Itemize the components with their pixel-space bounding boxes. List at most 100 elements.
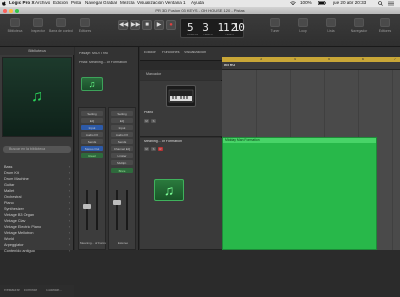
mute-button[interactable]: M (144, 119, 149, 123)
tracks-work-area[interactable]: Midday Man Formation (222, 70, 400, 250)
strip-setting-button[interactable]: Setting (81, 111, 103, 116)
music-note-icon: ♫ (154, 179, 184, 201)
rewind-button[interactable]: ◀◀ (118, 20, 128, 30)
track-header-piano[interactable]: Piano M S (140, 81, 222, 137)
piano-icon (166, 85, 196, 107)
strip-audio-fx-slot[interactable]: Audio FX (81, 132, 103, 137)
editors-right-button[interactable]: Editores (372, 18, 398, 33)
record-button[interactable]: ● (166, 20, 176, 30)
battery-icon[interactable] (318, 1, 326, 7)
menu-ventana[interactable]: Ventana (165, 1, 182, 6)
loop-browser-button[interactable]: Loop (290, 18, 316, 33)
chevron-right-icon: › (68, 213, 70, 217)
menu-edicion[interactable]: Edición (53, 1, 68, 6)
tracks-functions-menu[interactable]: Funciones (162, 51, 180, 55)
menu-pista[interactable]: Pista (71, 1, 81, 6)
apple-icon[interactable] (2, 0, 6, 6)
marker-label[interactable]: INTRO (224, 64, 235, 68)
strip-sends-slot[interactable]: Sends (111, 139, 133, 144)
lists-button[interactable]: Lista (318, 18, 344, 33)
tuner-button[interactable]: Tuner (262, 18, 288, 33)
volume-fader[interactable] (86, 190, 88, 230)
inspector-icon (33, 18, 43, 27)
mute-button[interactable]: M (144, 147, 149, 151)
battery-status[interactable]: 100% (300, 1, 312, 6)
strip-input-slot[interactable]: Input (81, 125, 103, 130)
close-window-button[interactable] (3, 8, 7, 13)
zoom-window-button[interactable] (15, 8, 19, 13)
tracks-edit-menu[interactable]: Edición (144, 51, 156, 55)
strip-sends-slot[interactable]: Sends (81, 139, 103, 144)
chevron-right-icon: › (68, 231, 70, 235)
menu-mezcla[interactable]: Mezcla (120, 1, 135, 6)
inspector-track-label[interactable]: Pista: Meaning... of Formation (79, 61, 127, 65)
grid-line (392, 70, 393, 250)
ruler-bar-number: 6 (362, 57, 364, 61)
channel-eq-slot[interactable]: Channel EQ (111, 146, 133, 151)
menu-grabar[interactable]: Grabar (103, 1, 117, 6)
clock[interactable]: jue 20 abr 20:33 (333, 1, 366, 6)
library-search-input[interactable]: Buscar en la biblioteca (3, 146, 71, 153)
list-icon (326, 18, 336, 27)
level-meter (96, 190, 98, 230)
track-name[interactable]: Meaning... of Formation (144, 140, 204, 144)
library-revert-button[interactable]: Restaurar (4, 289, 20, 293)
strip-automation-slot[interactable]: Read (81, 153, 103, 158)
chevron-right-icon: › (68, 171, 70, 175)
cycle-area[interactable] (222, 57, 400, 62)
library-delete-button[interactable]: Eliminar (24, 289, 37, 293)
minimize-window-button[interactable] (9, 8, 13, 13)
menu-navegar[interactable]: Navegar (85, 1, 102, 6)
solo-button[interactable]: S (151, 147, 156, 151)
play-button[interactable]: ▶ (154, 20, 164, 30)
volume-fader-handle[interactable] (83, 204, 91, 209)
strip-output-slot[interactable]: Stereo Out (81, 146, 103, 151)
browser-icon (354, 18, 364, 27)
solo-button[interactable]: S (151, 119, 156, 123)
lcd-display[interactable]: 5 3 1 1 120 COMPÁS TIEMPO TEMPO (180, 18, 246, 38)
lcd-tempo: 120 (223, 22, 246, 33)
chevron-right-icon: › (68, 177, 70, 181)
menu-visualizacion[interactable]: Visualización (137, 1, 164, 6)
record-enable-button[interactable]: R (158, 147, 163, 151)
track-icon[interactable]: ♫ (81, 77, 103, 91)
strip-eq-slot[interactable]: EQ (81, 118, 103, 123)
loop-icon (298, 18, 308, 27)
channel-strip-output: Setting EQ Input Audio FX Sends Channel … (108, 107, 136, 250)
multipressor-slot[interactable]: Multipr. (111, 160, 133, 165)
track-name[interactable]: Piano (144, 111, 153, 115)
midi-region[interactable]: Midday Man Formation (222, 137, 377, 250)
ruler-bar-number: 3 (260, 57, 262, 61)
chevron-right-icon: › (68, 225, 70, 229)
track-header-column: Marcador Piano M S Meaning... of Formati… (140, 70, 222, 250)
volume-fader[interactable] (116, 190, 118, 230)
strip-eq-slot[interactable]: EQ (111, 118, 133, 123)
browser-button[interactable]: Navegador (346, 18, 372, 33)
menu-app[interactable]: Logic Pro X (9, 1, 35, 6)
menu-one[interactable]: 1 (183, 1, 186, 6)
lcd-label-bar: COMPÁS (187, 34, 199, 36)
bounce-button[interactable]: Bnce (111, 168, 133, 173)
library-save-button[interactable]: Guardar... (46, 289, 62, 293)
forward-button[interactable]: ▶▶ (130, 20, 140, 30)
editors-left-button[interactable]: Editores (72, 18, 98, 33)
smart-controls-button[interactable]: Barra de control (48, 18, 74, 33)
stop-button[interactable]: ■ (142, 20, 152, 30)
global-track-marker[interactable]: Marcador (140, 70, 222, 80)
strip-setting-button[interactable]: Setting (111, 111, 133, 116)
chevron-right-icon: › (68, 165, 70, 169)
level-meter (126, 190, 128, 230)
ruler-bar-number: 7 (394, 57, 396, 61)
music-note-icon: ♫ (31, 88, 43, 105)
strip-input-slot[interactable]: Input (111, 125, 133, 130)
strip-audio-fx-slot[interactable]: Audio FX (111, 132, 133, 137)
region-name[interactable]: Midday Man Formation (223, 138, 376, 143)
timeline-ruler[interactable]: 3 4 5 6 7 INTRO (222, 57, 400, 70)
volume-fader-handle[interactable] (113, 200, 121, 205)
menu-archivo[interactable]: Archivo (35, 1, 50, 6)
inspector-region-label[interactable]: Pasaje: MIDI Thru (79, 52, 108, 56)
track-header-main[interactable]: Meaning... of Formation M S R ♫ (140, 138, 222, 250)
menu-ayuda[interactable]: Ayuda (191, 1, 204, 6)
tracks-view-menu[interactable]: Visualización (184, 51, 206, 55)
limiter-slot[interactable]: Limiter (111, 153, 133, 158)
